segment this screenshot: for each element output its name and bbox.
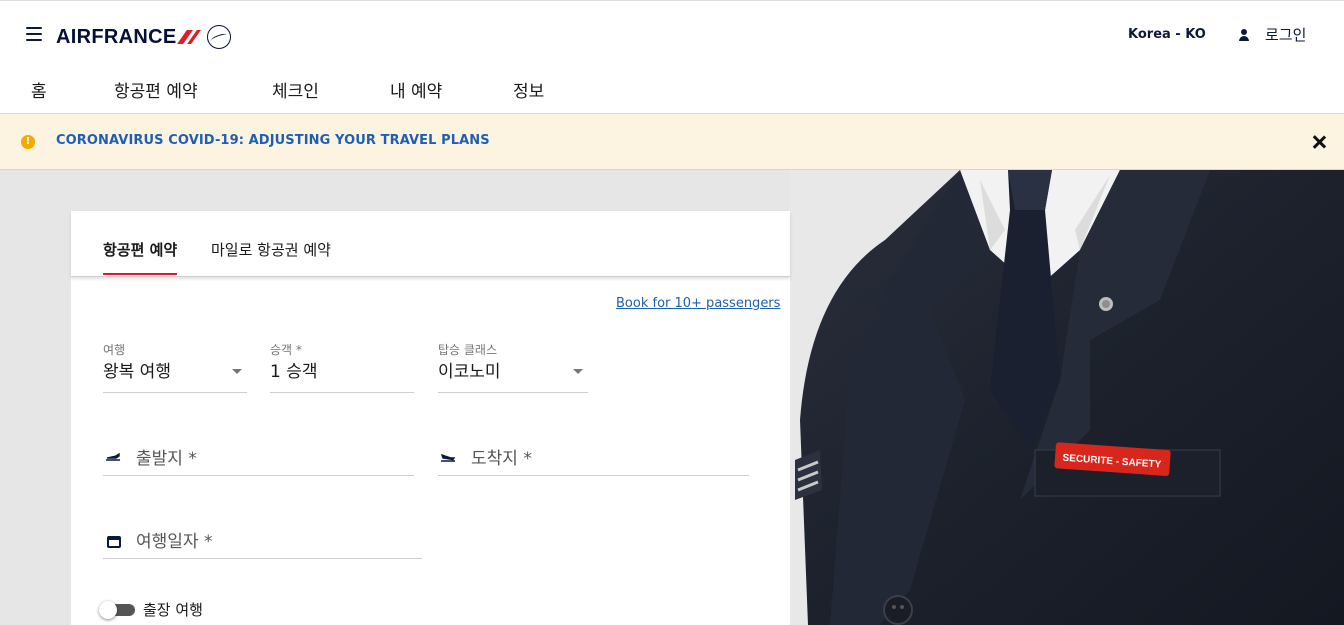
cabin-class-value: 이코노미 [438, 362, 501, 382]
destination-input[interactable]: 도착지 * [438, 440, 749, 476]
plane-landing-icon [440, 453, 456, 462]
airfrance-logo[interactable]: AIRFRANCE [56, 23, 232, 51]
skyteam-logo-icon [207, 25, 232, 49]
origin-placeholder: 출발지 * [136, 449, 197, 469]
calendar-icon [107, 536, 121, 548]
origin-input[interactable]: 출발지 * [103, 440, 414, 476]
logo-wordmark: AIRFRANCE [56, 25, 177, 48]
passengers-label: 승객 * [270, 343, 302, 357]
tab-book-with-miles[interactable]: 마일로 항공권 예약 [211, 239, 331, 260]
pilot-uniform-illustration: SECURITE - SAFETY [795, 170, 1344, 625]
alert-link[interactable]: CORONAVIRUS COVID-19: ADJUSTING YOUR TRA… [56, 133, 490, 148]
toggle-knob [99, 601, 117, 619]
group-booking-link[interactable]: Book for 10+ passengers [616, 296, 780, 311]
business-trip-toggle[interactable] [99, 601, 135, 619]
login-label: 로그인 [1265, 26, 1307, 44]
cabin-class-label: 탑승 클래스 [438, 343, 498, 357]
booking-card: 항공편 예약 마일로 항공권 예약 Book for 10+ passenger… [71, 211, 790, 625]
business-trip-label: 출장 여행 [143, 601, 203, 619]
hamburger-menu-icon[interactable] [26, 27, 42, 41]
travel-date-placeholder: 여행일자 * [136, 532, 213, 552]
tab-book-flight[interactable]: 항공편 예약 [103, 239, 178, 275]
booking-tabs: 항공편 예약 마일로 항공권 예약 [71, 211, 790, 277]
nav-item-home[interactable]: 홈 [31, 77, 47, 102]
login-button[interactable]: 로그인 [1239, 24, 1306, 45]
nav-item-book-flight[interactable]: 항공편 예약 [114, 77, 198, 102]
trip-type-label: 여행 [103, 343, 126, 357]
user-icon [1239, 28, 1249, 41]
hero-image: SECURITE - SAFETY [790, 170, 1344, 625]
nav-item-my-bookings[interactable]: 내 예약 [390, 77, 442, 102]
chevron-down-icon [573, 369, 583, 374]
destination-placeholder: 도착지 * [471, 449, 532, 469]
travel-date-input[interactable]: 여행일자 * [103, 523, 422, 559]
warning-icon: ! [21, 135, 35, 149]
covid-alert-banner: ! CORONAVIRUS COVID-19: ADJUSTING YOUR T… [0, 113, 1344, 170]
nav-item-checkin[interactable]: 체크인 [272, 77, 319, 102]
close-icon[interactable] [1309, 132, 1329, 152]
chevron-down-icon [232, 369, 242, 374]
locale-selector[interactable]: Korea - KO [1128, 27, 1206, 42]
site-header: AIRFRANCE Korea - KO 로그인 홈 항공편 예약 체크인 내 … [0, 0, 1344, 113]
trip-type-select[interactable]: 여행 왕복 여행 [103, 341, 247, 393]
nav-item-info[interactable]: 정보 [513, 77, 544, 102]
passengers-select[interactable]: 승객 * 1 승객 [270, 341, 414, 393]
passengers-value: 1 승객 [270, 362, 318, 382]
cabin-class-select[interactable]: 탑승 클래스 이코노미 [438, 341, 588, 393]
trip-type-value: 왕복 여행 [103, 362, 171, 382]
plane-takeoff-icon [106, 452, 120, 461]
logo-slash-icon [177, 30, 202, 44]
